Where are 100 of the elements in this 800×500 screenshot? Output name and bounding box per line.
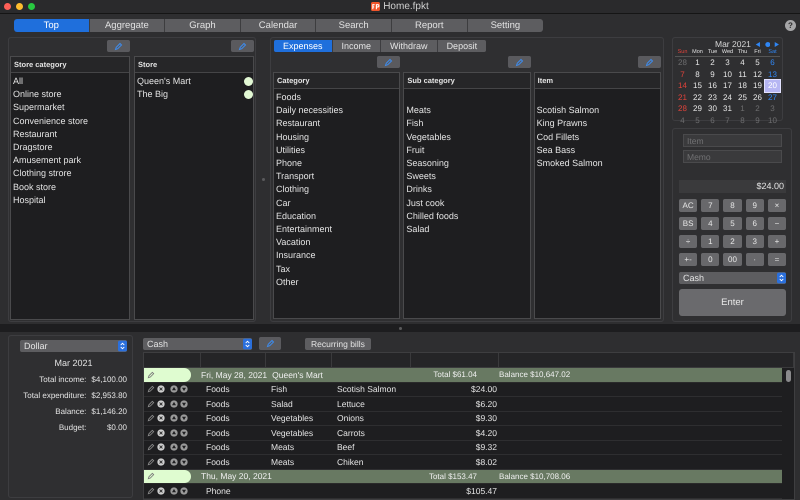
scrollbar-thumb[interactable] bbox=[786, 370, 790, 382]
tab[interactable]: Withdraw bbox=[381, 40, 438, 52]
account-select[interactable]: Cash bbox=[143, 338, 252, 350]
list-item[interactable]: Other bbox=[274, 276, 400, 290]
tab[interactable]: Income bbox=[332, 40, 382, 52]
list-item[interactable]: Cod Fillets bbox=[534, 130, 660, 144]
calendar-day[interactable]: 2 bbox=[705, 57, 720, 69]
list-item[interactable]: Convenience store bbox=[11, 114, 129, 128]
move-down-icon[interactable] bbox=[180, 414, 188, 422]
tab[interactable]: Calendar bbox=[240, 18, 316, 32]
calendar-day[interactable]: 5 bbox=[750, 57, 765, 69]
splitter-handle[interactable] bbox=[398, 326, 402, 330]
move-down-icon[interactable] bbox=[180, 486, 188, 495]
list-item[interactable]: Chilled foods bbox=[404, 210, 530, 224]
list-item[interactable]: Sea Bass bbox=[534, 144, 660, 157]
delete-icon[interactable] bbox=[157, 400, 165, 408]
keypad-key[interactable]: 00 bbox=[723, 253, 742, 266]
calendar-day[interactable]: 10 bbox=[720, 68, 735, 80]
previous-icon[interactable] bbox=[754, 40, 761, 48]
edit-button[interactable] bbox=[377, 56, 400, 68]
calendar-day[interactable]: 8 bbox=[690, 68, 705, 80]
list-item[interactable]: Sweets bbox=[404, 170, 530, 184]
keypad-key[interactable]: − bbox=[768, 217, 786, 230]
list-item[interactable]: Foods bbox=[274, 91, 400, 104]
payment-select[interactable]: Cash bbox=[679, 272, 786, 284]
keypad-key[interactable]: 0 bbox=[701, 253, 720, 266]
tab[interactable]: Expenses bbox=[274, 40, 333, 52]
keypad-key[interactable]: +- bbox=[679, 253, 698, 266]
list-item[interactable]: Education bbox=[274, 210, 400, 224]
move-down-icon[interactable] bbox=[180, 428, 188, 437]
list-item[interactable]: Clothing strore bbox=[11, 167, 129, 181]
list-item[interactable]: Fish bbox=[404, 117, 530, 131]
currency-select[interactable]: Dollar bbox=[20, 340, 127, 352]
move-up-icon[interactable] bbox=[170, 486, 178, 495]
list-item[interactable]: King Prawns bbox=[534, 117, 660, 131]
list-item[interactable]: The Big bbox=[135, 88, 168, 102]
move-up-icon[interactable] bbox=[170, 385, 178, 394]
tab[interactable]: Setting bbox=[468, 18, 544, 32]
calendar-day[interactable]: 1 bbox=[690, 57, 705, 69]
keypad-key[interactable]: 3 bbox=[746, 235, 764, 248]
list-item[interactable]: Queen's Mart bbox=[135, 75, 191, 88]
tab[interactable]: Report bbox=[392, 18, 468, 32]
move-down-icon[interactable] bbox=[180, 385, 188, 394]
delete-icon[interactable] bbox=[157, 414, 165, 422]
list-item[interactable]: Restaurant bbox=[274, 117, 400, 131]
move-up-icon[interactable] bbox=[170, 443, 178, 452]
calendar-day[interactable]: 9 bbox=[705, 68, 720, 80]
calendar-day[interactable]: 22 bbox=[690, 92, 705, 104]
keypad-key[interactable]: 4 bbox=[701, 217, 720, 230]
keypad-key[interactable]: + bbox=[768, 235, 786, 248]
keypad-key[interactable]: AC bbox=[679, 199, 698, 212]
calendar-day[interactable]: 4 bbox=[735, 57, 750, 69]
move-down-icon[interactable] bbox=[180, 400, 188, 408]
next-icon[interactable] bbox=[774, 40, 780, 48]
list-item[interactable]: Vacation bbox=[274, 236, 400, 250]
calendar-day[interactable]: 26 bbox=[750, 92, 765, 104]
keypad-key[interactable]: 7 bbox=[701, 199, 720, 212]
tab[interactable]: Top bbox=[14, 18, 90, 32]
today-icon[interactable] bbox=[764, 40, 770, 48]
list-item[interactable]: Meats bbox=[404, 104, 530, 118]
calendar-day[interactable]: 16 bbox=[705, 80, 720, 92]
zoom-button[interactable] bbox=[28, 3, 35, 10]
list-item[interactable]: Fruit bbox=[404, 144, 530, 157]
list-item[interactable]: Supermarket bbox=[11, 101, 129, 115]
move-down-icon[interactable] bbox=[180, 443, 188, 452]
calendar-day[interactable]: 29 bbox=[690, 103, 705, 115]
minimize-button[interactable] bbox=[16, 3, 23, 10]
calendar-day[interactable]: 18 bbox=[735, 80, 750, 92]
list-item[interactable]: Vegetables bbox=[404, 130, 530, 144]
move-up-icon[interactable] bbox=[170, 414, 178, 422]
list-item[interactable]: Entertainment bbox=[274, 223, 400, 236]
list-item[interactable]: Hospital bbox=[11, 194, 129, 208]
keypad-key[interactable]: 5 bbox=[723, 217, 742, 230]
keypad-key[interactable]: = bbox=[768, 253, 786, 266]
delete-icon[interactable] bbox=[157, 428, 165, 437]
keypad-key[interactable]: 8 bbox=[723, 199, 742, 212]
list-item[interactable]: Restaurant bbox=[11, 128, 129, 142]
calendar-day[interactable]: 15 bbox=[690, 80, 705, 92]
list-item[interactable]: Amusement park bbox=[11, 154, 129, 168]
calendar-day[interactable]: 13 bbox=[765, 68, 780, 80]
list-item[interactable]: Utilities bbox=[274, 144, 400, 158]
calendar-day[interactable]: 3 bbox=[720, 57, 735, 69]
edit-group-button[interactable] bbox=[144, 470, 191, 483]
calendar-day[interactable]: 17 bbox=[720, 80, 735, 92]
move-up-icon[interactable] bbox=[170, 458, 178, 466]
list-item[interactable]: Book store bbox=[11, 180, 129, 194]
list-item[interactable]: Daily necessities bbox=[274, 104, 400, 118]
move-down-icon[interactable] bbox=[180, 458, 188, 466]
list-item[interactable]: Drinks bbox=[404, 183, 530, 197]
keypad-key[interactable]: ÷ bbox=[679, 235, 698, 248]
keypad-key[interactable]: 6 bbox=[746, 217, 764, 230]
recurring-bills-button[interactable]: Recurring bills bbox=[305, 338, 371, 350]
list-item[interactable]: Car bbox=[274, 196, 400, 210]
list-item[interactable]: Scotish Salmon bbox=[534, 104, 660, 118]
calendar-day[interactable]: 30 bbox=[705, 103, 720, 115]
keypad-key[interactable]: BS bbox=[679, 217, 698, 230]
help-button[interactable]: ? bbox=[785, 20, 796, 30]
keypad-key[interactable]: 9 bbox=[746, 199, 764, 212]
splitter-handle[interactable] bbox=[262, 178, 264, 181]
calendar-day[interactable]: 31 bbox=[720, 103, 735, 115]
